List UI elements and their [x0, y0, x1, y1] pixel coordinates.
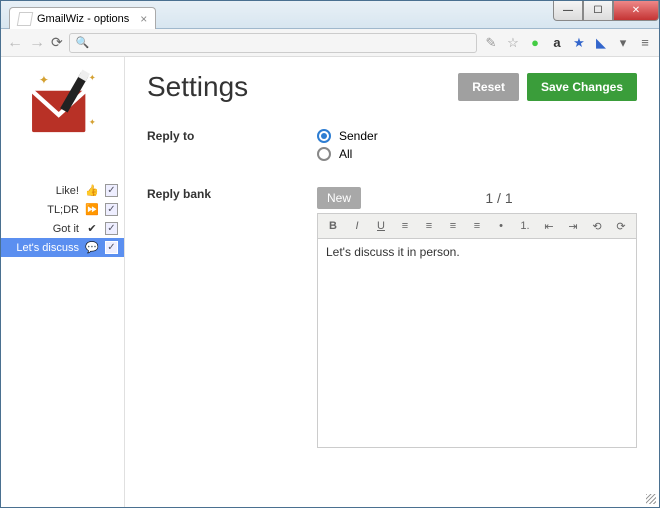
radio-option[interactable]: Sender — [317, 129, 637, 143]
editor-format-button[interactable]: ⇥ — [564, 218, 582, 234]
editor-format-button[interactable]: ≡ — [444, 218, 462, 234]
reply-preset-item[interactable]: Like! 👍 ✓ — [1, 181, 124, 200]
editor-format-button[interactable]: U — [372, 218, 390, 234]
save-changes-button[interactable]: Save Changes — [527, 73, 637, 101]
svg-text:✦: ✦ — [88, 117, 96, 127]
editor-format-button[interactable]: ⟳ — [612, 218, 630, 234]
preset-icon: 👍 — [85, 184, 99, 197]
blue-star-icon[interactable]: ★ — [571, 35, 587, 51]
tab-favicon — [17, 12, 33, 26]
radio-option[interactable]: All — [317, 147, 637, 161]
reply-to-options: Sender All — [317, 129, 637, 165]
radio-label: All — [339, 147, 352, 161]
reply-bank-section: Reply bank New 1 / 1 BIU ≡ ≡ ≡ ≡ • 1. ⇤ ⇥ ⟲ ⟳ Let'… — [147, 187, 637, 448]
reply-preset-item[interactable]: Got it ✔ ✓ — [1, 219, 124, 238]
app-logo: ✦ ✦ ✦ — [20, 65, 106, 151]
preset-icon: ⏩ — [85, 203, 99, 216]
preset-checkbox[interactable]: ✓ — [105, 184, 118, 197]
preset-checkbox[interactable]: ✓ — [105, 241, 118, 254]
editor-format-button[interactable]: ≡ — [420, 218, 438, 234]
editor-textarea[interactable]: Let's discuss it in person. — [317, 238, 637, 448]
sidebar: ✦ ✦ ✦ Like!👍✓TL;DR⏩✓Got it✔✓Let's discus… — [1, 57, 125, 507]
editor-format-button[interactable]: • — [492, 218, 510, 234]
resize-handle[interactable] — [643, 491, 657, 505]
tab-close-icon[interactable]: × — [140, 12, 147, 26]
preset-checkbox[interactable]: ✓ — [105, 203, 118, 216]
preset-label: Got it — [53, 223, 79, 235]
browser-window: GmailWiz - options × — ☐ ✕ ← → ⟳ 🔍 ✎ ☆ ●… — [0, 0, 660, 508]
extension-icons: ✎ ☆ ● a ★ ◣ ▾ ≡ — [483, 35, 653, 51]
address-bar[interactable]: 🔍 — [69, 33, 477, 53]
editor-format-button[interactable]: ≡ — [396, 218, 414, 234]
svg-text:✦: ✦ — [88, 72, 96, 82]
main-panel: Settings Reset Save Changes Reply to Sen… — [125, 57, 659, 507]
back-button[interactable]: ← — [7, 34, 23, 52]
preset-icon: ✔ — [85, 222, 99, 235]
preset-label: Let's discuss — [16, 242, 79, 254]
header-buttons: Reset Save Changes — [458, 73, 637, 101]
browser-tab[interactable]: GmailWiz - options × — [9, 7, 156, 29]
preset-icon: 💬 — [85, 241, 99, 254]
svg-text:✦: ✦ — [38, 73, 48, 87]
font-icon[interactable]: a — [549, 35, 565, 51]
reply-preset-list: Like! 👍 ✓ TL;DR ⏩ ✓ Got it ✔ ✓ Let's discuss 💬 ✓ — [1, 181, 124, 257]
reload-button[interactable]: ⟳ — [51, 34, 63, 51]
radio-label: Sender — [339, 129, 378, 143]
wifi-icon[interactable]: ▾ — [615, 35, 631, 51]
editor-format-button[interactable]: B — [324, 218, 342, 234]
tab-title: GmailWiz - options — [37, 13, 129, 25]
titlebar: GmailWiz - options × — ☐ ✕ — [1, 1, 659, 29]
reply-bank-label: Reply bank — [147, 187, 317, 448]
browser-toolbar: ← → ⟳ 🔍 ✎ ☆ ● a ★ ◣ ▾ ≡ — [1, 29, 659, 57]
preset-label: TL;DR — [47, 204, 79, 216]
editor-format-button[interactable]: ⟲ — [588, 218, 606, 234]
reply-to-section: Reply to Sender All — [147, 129, 637, 165]
reply-bank-editor: New 1 / 1 BIU ≡ ≡ ≡ ≡ • 1. ⇤ ⇥ ⟲ ⟳ Let's discuss i… — [317, 187, 637, 448]
menu-icon[interactable]: ≡ — [637, 35, 653, 51]
blue-triangle-icon[interactable]: ◣ — [593, 35, 609, 51]
editor-format-button[interactable]: I — [348, 218, 366, 234]
page-content: ✦ ✦ ✦ Like!👍✓TL;DR⏩✓Got it✔✓Let's discus… — [1, 57, 659, 507]
window-controls: — ☐ ✕ — [553, 1, 659, 21]
minimize-button[interactable]: — — [553, 1, 583, 21]
main-header: Settings Reset Save Changes — [147, 71, 637, 103]
reply-preset-item[interactable]: Let's discuss 💬 ✓ — [1, 238, 124, 257]
editor-format-button[interactable]: ⇤ — [540, 218, 558, 234]
radio-button[interactable] — [317, 129, 331, 143]
editor-toolbar: BIU ≡ ≡ ≡ ≡ • 1. ⇤ ⇥ ⟲ ⟳ — [317, 213, 637, 238]
green-dot-icon[interactable]: ● — [527, 35, 543, 51]
forward-button[interactable]: → — [29, 34, 45, 52]
maximize-button[interactable]: ☐ — [583, 1, 613, 21]
reply-to-label: Reply to — [147, 129, 317, 165]
reply-preset-item[interactable]: TL;DR ⏩ ✓ — [1, 200, 124, 219]
new-reply-button[interactable]: New — [317, 187, 361, 209]
close-button[interactable]: ✕ — [613, 1, 659, 21]
reset-button[interactable]: Reset — [458, 73, 519, 101]
pager: 1 / 1 — [361, 190, 637, 206]
preset-label: Like! — [56, 185, 79, 197]
pencil-icon[interactable]: ✎ — [483, 35, 499, 51]
radio-button[interactable] — [317, 147, 331, 161]
editor-format-button[interactable]: 1. — [516, 218, 534, 234]
search-icon: 🔍 — [76, 36, 90, 49]
editor-format-button[interactable]: ≡ — [468, 218, 486, 234]
preset-checkbox[interactable]: ✓ — [105, 222, 118, 235]
editor-top-bar: New 1 / 1 — [317, 187, 637, 209]
page-title: Settings — [147, 71, 248, 103]
star-outline-icon[interactable]: ☆ — [505, 35, 521, 51]
